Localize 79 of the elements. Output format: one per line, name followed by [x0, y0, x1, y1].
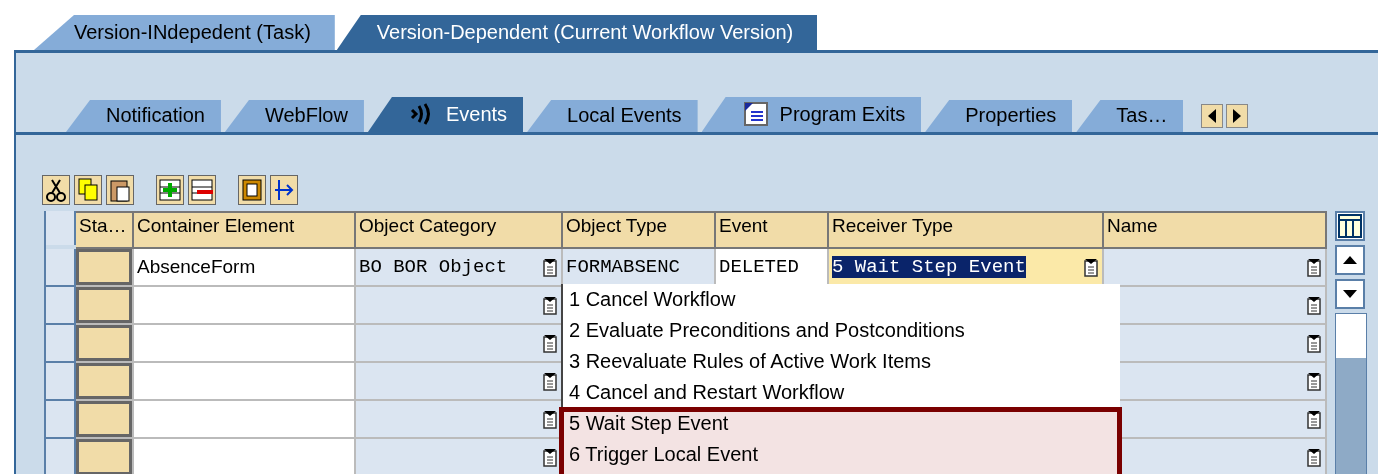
status-cell: [76, 249, 132, 285]
tab[interactable]: Notification: [66, 100, 221, 132]
triangle-down-icon: [1342, 289, 1358, 299]
dropdown-field[interactable]: [356, 401, 563, 439]
input-field[interactable]: [134, 363, 356, 401]
table-cell: AbsenceForm: [134, 249, 356, 287]
input-field[interactable]: [134, 439, 356, 474]
tab[interactable]: Tas…: [1076, 100, 1184, 132]
row-selector[interactable]: [46, 439, 76, 474]
cut-button[interactable]: [42, 175, 70, 205]
column-header[interactable]: Object Type: [563, 211, 716, 249]
delete-row-button[interactable]: [188, 175, 216, 205]
column-header[interactable]: Sta…: [76, 211, 134, 249]
tab[interactable]: Version-INdepedent (Task): [34, 15, 335, 50]
scrollbar-thumb[interactable]: [1336, 314, 1366, 358]
value-help-icon: [1306, 408, 1322, 430]
column-header[interactable]: Object Category: [356, 211, 563, 249]
dropdown-field[interactable]: 5 Wait Step Event: [829, 249, 1104, 287]
value-help-icon: [542, 408, 558, 430]
value-help-icon: [542, 294, 558, 316]
dropdown-option[interactable]: 4 Cancel and Restart Workflow: [563, 377, 1120, 408]
tab[interactable]: WebFlow: [224, 100, 364, 132]
row-selector[interactable]: [46, 325, 76, 363]
tab[interactable]: Properties: [925, 100, 1073, 132]
dropdown-option[interactable]: 1 Cancel Workflow: [563, 284, 1120, 315]
dropdown-field[interactable]: BO BOR Object: [356, 249, 563, 287]
value-help-icon: [1083, 256, 1099, 278]
input-field[interactable]: [134, 325, 356, 363]
arrows-button[interactable]: [270, 175, 298, 205]
column-header[interactable]: Container Element: [134, 211, 356, 249]
copy-button[interactable]: [74, 175, 102, 205]
value-help-icon: [542, 256, 558, 278]
paste-button[interactable]: [106, 175, 134, 205]
scroll-down-button[interactable]: [1335, 279, 1365, 309]
scroll-left-button[interactable]: [1201, 104, 1224, 128]
tab[interactable]: Events: [367, 97, 524, 132]
triangle-left-icon: [1208, 109, 1217, 123]
column-header[interactable]: Name: [1104, 211, 1327, 249]
row-selector[interactable]: [46, 363, 76, 401]
value-help-icon: [542, 332, 558, 354]
value-help-icon: [1306, 446, 1322, 468]
value-help-icon: [542, 370, 558, 392]
tab[interactable]: Program Exits: [701, 97, 922, 132]
dropdown-field[interactable]: [356, 363, 563, 401]
status-cell: [76, 401, 132, 437]
value-help-icon: [1306, 370, 1322, 392]
row-selector[interactable]: [46, 249, 76, 287]
input-field[interactable]: [134, 401, 356, 439]
dropdown-field[interactable]: [356, 325, 563, 363]
value-help-icon: [1306, 332, 1322, 354]
status-cell: [76, 363, 132, 399]
value-help-icon: [542, 446, 558, 468]
dropdown-option[interactable]: 3 Reevaluate Rules of Active Work Items: [563, 346, 1120, 377]
insert-row-button[interactable]: [156, 175, 184, 205]
row-selector[interactable]: [46, 401, 76, 439]
column-header[interactable]: Receiver Type: [829, 211, 1104, 249]
tab[interactable]: Version-Dependent (Current Workflow Version): [336, 15, 818, 50]
status-cell: [76, 439, 132, 474]
triangle-right-icon: [1233, 109, 1242, 123]
row-selector[interactable]: [46, 287, 76, 325]
table-cell: DELETED: [716, 249, 829, 287]
scroll-up-button[interactable]: [1335, 245, 1365, 275]
status-cell: [76, 287, 132, 323]
dropdown-option[interactable]: 6 Trigger Local Event: [563, 439, 1120, 474]
window-button[interactable]: [238, 175, 266, 205]
column-header[interactable]: Event: [716, 211, 829, 249]
value-help-icon: [1306, 294, 1322, 316]
dropdown-field[interactable]: [356, 287, 563, 325]
status-cell: [76, 325, 132, 361]
dropdown-field[interactable]: [1104, 249, 1327, 287]
scroll-right-button[interactable]: [1226, 104, 1249, 128]
input-field[interactable]: [134, 287, 356, 325]
dropdown-option[interactable]: 2 Evaluate Preconditions and Postconditions: [563, 315, 1120, 346]
table-cell: FORMABSENC: [563, 249, 716, 287]
triangle-up-icon: [1342, 255, 1358, 265]
column-settings-button[interactable]: [1335, 211, 1365, 241]
value-help-icon: [1306, 256, 1322, 278]
tab[interactable]: Local Events: [527, 100, 698, 132]
document-icon: [741, 101, 770, 127]
